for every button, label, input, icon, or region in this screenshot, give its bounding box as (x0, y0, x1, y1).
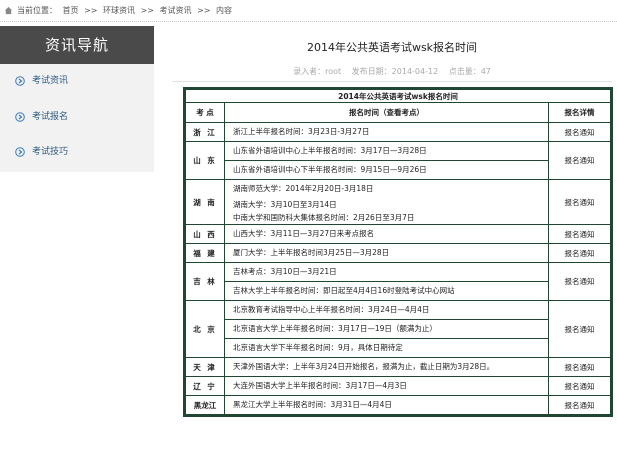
table-row: 湖 南 湖南师范大学：2014年2月20日-3月18日 湖南大学：3月10日至3… (184, 179, 613, 225)
detail-link[interactable]: 报名通知 (547, 243, 613, 263)
breadcrumb-divider (0, 21, 617, 22)
detail-link[interactable]: 报名通知 (547, 179, 613, 225)
sidebar-item-exam-news[interactable]: 考试资讯 (0, 71, 154, 91)
header-detail: 报名详情 (547, 102, 613, 123)
schedule-table: 2014年公共英语考试wsk报名时间 考 点 报名时间（查看考点） 报名详情 浙… (183, 87, 614, 417)
schedule-line: 大连外国语大学上半年报名时间：3月17日—4月3日 (233, 381, 407, 390)
article-title: 2014年公共英语考试wsk报名时间 (306, 41, 478, 54)
detail-link[interactable]: 报名通知 (547, 376, 613, 396)
table-row: 浙 江 浙江上半年报名时间：3月23日-3月27日 报名通知 (184, 122, 613, 142)
province-cell: 黑龙江 (184, 395, 225, 416)
breadcrumb-content: 内容 (216, 6, 233, 15)
breadcrumb-exam-news[interactable]: 考试资讯 (160, 6, 192, 15)
detail-link[interactable]: 报名通知 (547, 262, 613, 301)
sidebar-title: 资讯导航 (0, 26, 154, 64)
schedule-line: 湖南大学：3月10日至3月14日 (233, 200, 337, 209)
table-row: 山 东 山东省外语培训中心上半年报名时间：3月17日—3月28日 山东省外语培训… (184, 141, 613, 180)
detail-link[interactable]: 报名通知 (547, 122, 613, 142)
province-cell: 北 京 (184, 300, 225, 358)
schedule-line: 山东省外语培训中心上半年报名时间：3月17日—3月28日 (233, 146, 427, 155)
table-row: 福 建 厦门大学：上半年报名时间3月25日—3月28日 报名通知 (184, 243, 613, 263)
schedule-line: 湖南师范大学：2014年2月20日-3月18日 (233, 184, 374, 193)
detail-link[interactable]: 报名通知 (547, 224, 613, 244)
breadcrumb-sep: >> (84, 6, 98, 15)
province-cell: 山 东 (184, 141, 225, 180)
circle-arrow-icon (15, 112, 25, 122)
article-meta: 录入者：root 发布日期：2014-04-12 点击量：47 (172, 66, 612, 77)
article-date: 发布日期：2014-04-12 (351, 67, 439, 76)
breadcrumb-global-news[interactable]: 环球资讯 (103, 6, 135, 15)
breadcrumb-sep: >> (197, 6, 211, 15)
detail-link[interactable]: 报名通知 (547, 395, 613, 416)
table-row: 吉 林 吉林考点：3月10日—3月21日 吉林大学上半年报名时间：即日起至4月4… (184, 262, 613, 301)
breadcrumb-sep: >> (140, 6, 154, 15)
schedule-line: 山东省外语培训中心下半年报名时间：9月15日—9月26日 (225, 160, 548, 179)
schedule-line: 山西大学：3月11日—3月27日来考点报名 (233, 229, 375, 238)
article-author: 录入者：root (293, 67, 342, 76)
header-location: 考 点 (184, 102, 225, 123)
schedule-line: 天津外国语大学：上半年3月24日开始报名，报满为止，截止日期为3月28日。 (233, 362, 495, 371)
sidebar-item-exam-tips[interactable]: 考试技巧 (0, 142, 154, 162)
sidebar-item-label: 考试报名 (32, 112, 69, 122)
circle-arrow-icon (15, 76, 25, 86)
schedule-line: 北京语言大学下半年报名时间：9月，具体日期待定 (225, 338, 548, 357)
table-row: 北 京 北京教育考试指导中心上半年报名时间：3月24日—4月4日 北京语言大学上… (184, 300, 613, 358)
province-cell: 天 津 (184, 357, 225, 377)
breadcrumb: 当前位置： 首页 >> 环球资讯 >> 考试资讯 >> 内容 (0, 0, 617, 22)
schedule-line: 黑龙江大学上半年报名时间：3月31日—4月4日 (233, 400, 392, 409)
schedule-line: 吉林大学上半年报名时间：即日起至4月4日16时登陆考试中心网站 (225, 281, 548, 300)
article-divider (172, 81, 612, 82)
province-cell: 山 西 (184, 224, 225, 244)
province-cell: 吉 林 (184, 262, 225, 301)
breadcrumb-prefix: 当前位置： (17, 6, 57, 15)
province-cell: 湖 南 (184, 179, 225, 225)
schedule-line: 中南大学和国防科大集体报名时间：2月26日至3月7日 (233, 213, 415, 222)
province-cell: 辽 宁 (184, 376, 225, 396)
home-icon (4, 6, 13, 15)
detail-link[interactable]: 报名通知 (547, 300, 613, 358)
sidebar-item-exam-registration[interactable]: 考试报名 (0, 107, 154, 127)
table-row: 辽 宁 大连外国语大学上半年报名时间：3月17日—4月3日 报名通知 (184, 376, 613, 396)
detail-link[interactable]: 报名通知 (547, 141, 613, 180)
province-cell: 浙 江 (184, 122, 225, 142)
circle-arrow-icon (15, 147, 25, 157)
table-row: 黑龙江 黑龙江大学上半年报名时间：3月31日—4月4日 报名通知 (184, 395, 613, 416)
table-row: 山 西 山西大学：3月11日—3月27日来考点报名 报名通知 (184, 224, 613, 244)
table-caption: 2014年公共英语考试wsk报名时间 (183, 88, 613, 103)
sidebar: 资讯导航 考试资讯 考试报名 考试技巧 (0, 26, 154, 172)
sidebar-item-label: 考试资讯 (32, 76, 69, 86)
schedule-line: 北京语言大学上半年报名时间：3月17日—19日（额满为止） (225, 319, 548, 338)
breadcrumb-home[interactable]: 首页 (63, 6, 79, 15)
header-time[interactable]: 报名时间（查看考点） (224, 102, 549, 123)
sidebar-item-label: 考试技巧 (32, 147, 69, 157)
province-cell: 福 建 (184, 243, 225, 263)
schedule-line: 浙江上半年报名时间：3月23日-3月27日 (233, 127, 370, 136)
schedule-line: 北京教育考试指导中心上半年报名时间：3月24日—4月4日 (233, 305, 430, 314)
table-row: 天 津 天津外国语大学：上半年3月24日开始报名，报满为止，截止日期为3月28日… (184, 357, 613, 377)
schedule-line: 吉林考点：3月10日—3月21日 (233, 267, 337, 276)
schedule-line: 厦门大学：上半年报名时间3月25日—3月28日 (233, 248, 390, 257)
article-hits: 点击量：47 (448, 67, 491, 76)
detail-link[interactable]: 报名通知 (547, 357, 613, 377)
